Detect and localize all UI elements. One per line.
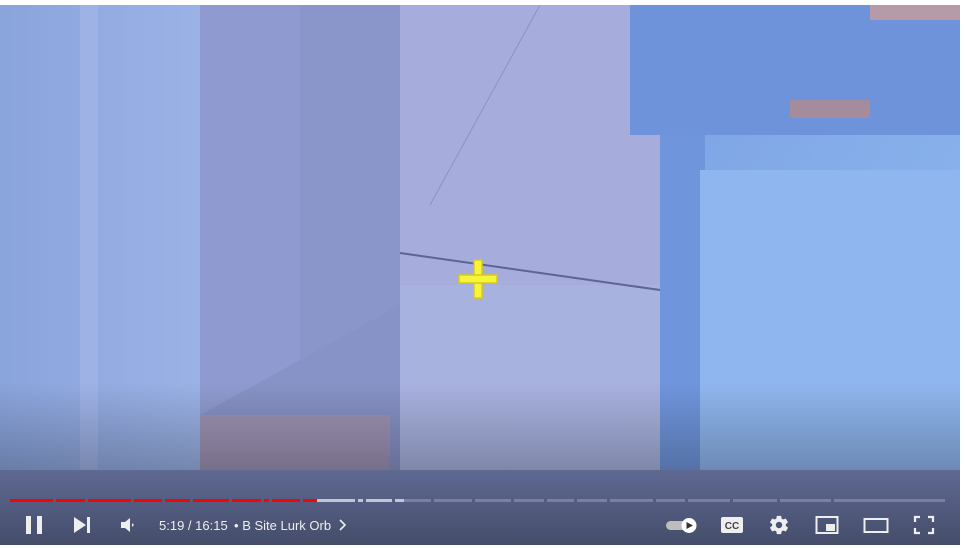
captions-button[interactable]: CC: [712, 505, 752, 545]
chapter-segment[interactable]: [475, 499, 511, 502]
fullscreen-icon: [913, 515, 935, 535]
played-fill: [10, 499, 53, 502]
played-fill: [271, 499, 300, 502]
miniplayer-icon: [815, 516, 839, 534]
chapter-segment[interactable]: [833, 499, 945, 502]
fullscreen-button[interactable]: [904, 505, 944, 545]
volume-button[interactable]: [108, 505, 148, 545]
pause-button[interactable]: [14, 505, 54, 545]
chapter-segment[interactable]: [547, 499, 574, 502]
chapter-segment[interactable]: [357, 499, 364, 502]
settings-button[interactable]: [759, 505, 799, 545]
chapter-dot: •: [234, 518, 239, 533]
chapter-title: B Site Lurk Orb: [242, 518, 332, 533]
chapter-segment[interactable]: [366, 499, 392, 502]
theater-mode-button[interactable]: [855, 505, 897, 545]
captions-icon: CC: [721, 517, 743, 533]
played-fill: [264, 499, 269, 502]
chapter-segment[interactable]: [55, 499, 85, 502]
player-controls: 5:19 / 16:15 • B Site Lurk Orb CC: [0, 505, 960, 545]
autoplay-toggle[interactable]: [661, 505, 703, 545]
time-separator: /: [184, 518, 196, 533]
chapter-segment[interactable]: [133, 499, 162, 502]
chapter-segment[interactable]: [780, 499, 831, 502]
video-player[interactable]: 5:19 / 16:15 • B Site Lurk Orb CC: [0, 5, 960, 545]
played-fill: [55, 499, 85, 502]
pause-icon: [26, 516, 42, 534]
miniplayer-button[interactable]: [807, 505, 847, 545]
captions-label: CC: [725, 521, 739, 532]
buffered-fill: [394, 499, 404, 502]
chapter-segment[interactable]: [733, 499, 778, 502]
chapter-segment[interactable]: [513, 499, 545, 502]
chevron-right-icon: [339, 519, 346, 531]
next-icon: [74, 517, 90, 533]
played-fill: [302, 499, 317, 502]
chapter-segment[interactable]: [688, 499, 731, 502]
chapter-segment[interactable]: [302, 499, 355, 502]
chapter-segment[interactable]: [87, 499, 131, 502]
next-button[interactable]: [62, 505, 102, 545]
played-fill: [232, 499, 262, 502]
played-fill: [192, 499, 230, 502]
gear-icon: [770, 515, 788, 535]
chapter-segment[interactable]: [610, 499, 654, 502]
played-fill: [164, 499, 190, 502]
chapter-segment[interactable]: [10, 499, 53, 502]
autoplay-toggle-icon: [666, 518, 697, 533]
volume-muted-icon: [121, 518, 134, 532]
chapter-segment[interactable]: [164, 499, 190, 502]
current-time: 5:19: [159, 518, 185, 533]
chapter-segment[interactable]: [656, 499, 686, 502]
buffered-fill: [357, 499, 364, 502]
crosshair-icon: [458, 259, 498, 299]
buffered-fill: [366, 499, 392, 502]
chapter-segment[interactable]: [576, 499, 608, 502]
chapter-segment[interactable]: [192, 499, 230, 502]
chapter-segment[interactable]: [433, 499, 473, 502]
theater-mode-icon: [863, 518, 889, 533]
chapter-segment[interactable]: [394, 499, 431, 502]
chapter-title-button[interactable]: • B Site Lurk Orb: [234, 517, 347, 535]
progress-bar[interactable]: [10, 499, 948, 502]
chapter-segment[interactable]: [264, 499, 269, 502]
duration: 16:15: [195, 518, 228, 533]
chapter-segment[interactable]: [232, 499, 262, 502]
played-fill: [87, 499, 131, 502]
time-display: 5:19 / 16:15: [159, 517, 228, 535]
played-fill: [133, 499, 162, 502]
chapter-segment[interactable]: [271, 499, 300, 502]
